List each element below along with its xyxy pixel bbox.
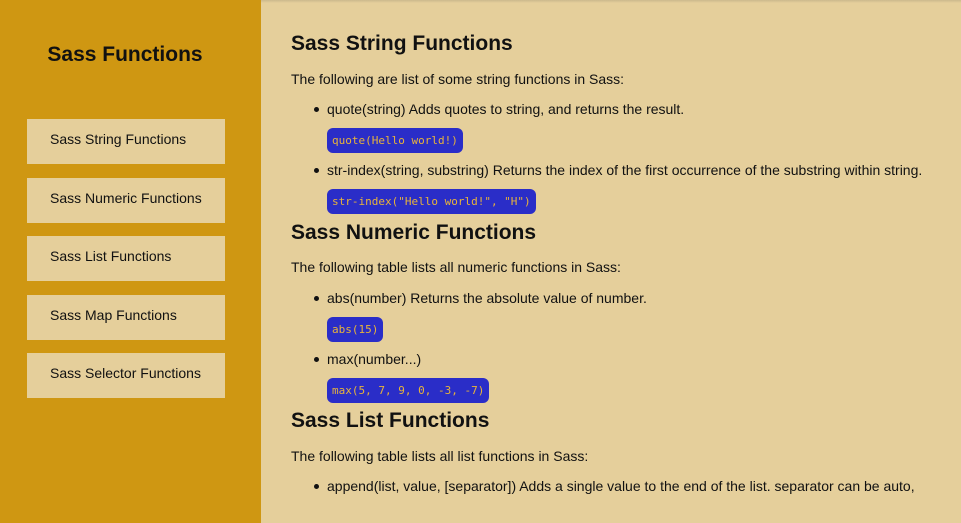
- section-heading: Sass String Functions: [291, 32, 513, 55]
- code-example: str-index("Hello world!", "H"): [327, 189, 536, 214]
- section-string-functions: Sass String Functions The following are …: [291, 32, 961, 214]
- list-item: max(number...): [291, 351, 961, 367]
- main-content: Sass String Functions The following are …: [291, 0, 961, 523]
- list-item: str-index(string, substring) Returns the…: [291, 162, 961, 178]
- sidebar-item-numeric-functions[interactable]: Sass Numeric Functions: [27, 177, 225, 223]
- code-example: abs(15): [327, 317, 384, 342]
- section-numeric-functions: Sass Numeric Functions The following tab…: [291, 221, 961, 403]
- section-intro: The following table lists all numeric fu…: [291, 259, 621, 275]
- list-item: abs(number) Returns the absolute value o…: [291, 290, 961, 306]
- code-row: abs(15): [291, 317, 961, 342]
- code-example: quote(Hello world!): [327, 128, 463, 153]
- list-item: quote(string) Adds quotes to string, and…: [291, 101, 961, 117]
- sidebar-nav: Sass String Functions Sass Numeric Funct…: [27, 119, 225, 412]
- sidebar-item-list-functions[interactable]: Sass List Functions: [27, 236, 225, 281]
- section-heading: Sass List Functions: [291, 409, 490, 432]
- code-row: quote(Hello world!): [291, 128, 961, 153]
- list-item: append(list, value, [separator]) Adds a …: [291, 478, 961, 494]
- section-intro: The following are list of some string fu…: [291, 71, 625, 87]
- code-row: max(5, 7, 9, 0, -3, -7): [291, 378, 961, 403]
- section-heading: Sass Numeric Functions: [291, 221, 537, 244]
- code-example: max(5, 7, 9, 0, -3, -7): [327, 378, 490, 403]
- sidebar-title: Sass Functions: [47, 43, 203, 66]
- sidebar-item-string-functions[interactable]: Sass String Functions: [27, 119, 225, 164]
- section-list-functions: Sass List Functions The following table …: [291, 409, 961, 494]
- sidebar: Sass Functions Sass String Functions Sas…: [0, 0, 261, 523]
- code-row: str-index("Hello world!", "H"): [291, 189, 961, 214]
- sidebar-item-selector-functions[interactable]: Sass Selector Functions: [27, 353, 225, 398]
- sidebar-item-map-functions[interactable]: Sass Map Functions: [27, 294, 225, 340]
- section-intro: The following table lists all list funct…: [291, 448, 589, 464]
